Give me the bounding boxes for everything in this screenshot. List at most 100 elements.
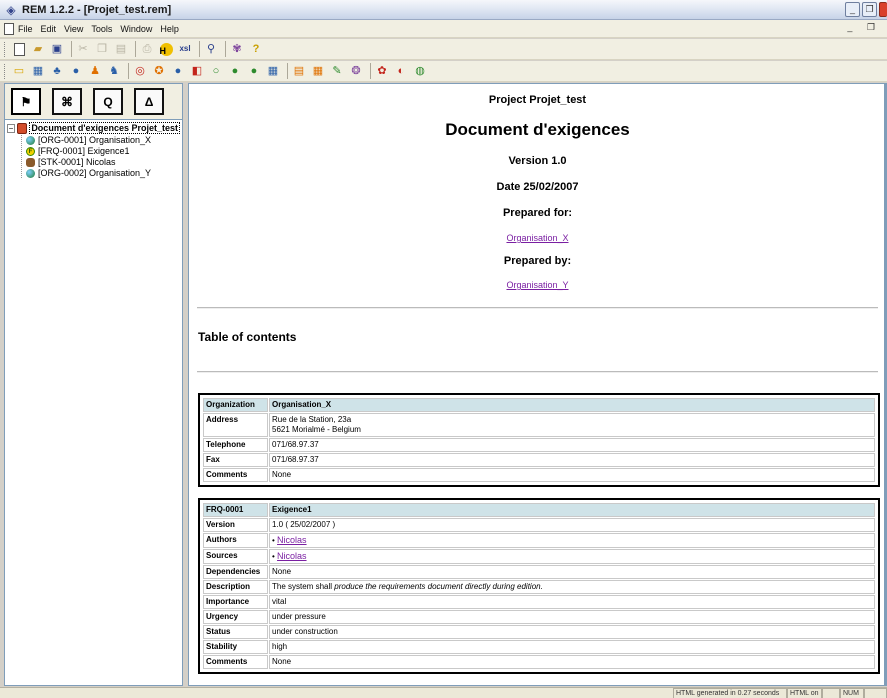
- project-line: Project Projet_test: [488, 94, 587, 106]
- table-row: Description The system shall produce the…: [203, 580, 875, 594]
- table-cell: Nicolas: [269, 533, 875, 548]
- menu-help[interactable]: Help: [156, 24, 183, 34]
- author-link[interactable]: Nicolas: [277, 535, 307, 545]
- stakeholder-icon[interactable]: ♟: [87, 63, 103, 79]
- functional-requirement-icon[interactable]: ●: [227, 63, 243, 79]
- help-icon[interactable]: ?: [248, 41, 264, 57]
- table-row: Stability high: [203, 640, 875, 654]
- edit-icon[interactable]: ✎: [329, 63, 345, 79]
- print-icon[interactable]: ⎙: [139, 41, 155, 57]
- matrix-icon[interactable]: ▦: [265, 63, 281, 79]
- collapse-expander-icon[interactable]: −: [7, 123, 15, 133]
- menu-bar: File Edit View Tools Window Help _ ❐: [0, 20, 887, 38]
- actor-icon[interactable]: ✪: [151, 63, 167, 79]
- toolbar-grip[interactable]: [4, 63, 7, 79]
- table-row: Importance vital: [203, 595, 875, 609]
- find-icon[interactable]: ✾: [229, 41, 245, 57]
- project-view-icon: ⚑: [20, 94, 32, 109]
- prepared-for-link[interactable]: Organisation_X: [189, 233, 886, 243]
- save-icon[interactable]: ▣: [49, 41, 65, 57]
- group-icon[interactable]: ♞: [106, 63, 122, 79]
- copy-icon[interactable]: ❐: [94, 41, 110, 57]
- menu-view[interactable]: View: [60, 24, 87, 34]
- open-folder-icon[interactable]: ▰: [30, 41, 46, 57]
- prepared-by-label: Prepared by:: [503, 255, 572, 267]
- tree-root-node[interactable]: − Document d'exigences Projet_test: [7, 122, 180, 134]
- table-cell: FRQ-0001: [203, 503, 268, 517]
- toolbar-separator: [199, 41, 200, 57]
- toolbar-separator: [128, 63, 129, 79]
- menu-edit[interactable]: Edit: [37, 24, 61, 34]
- traceability-icon[interactable]: ▤: [291, 63, 307, 79]
- task-icon[interactable]: ◍: [412, 63, 428, 79]
- table-row: Version 1.0 ( 25/02/2007 ): [203, 518, 875, 532]
- close-button[interactable]: [879, 2, 887, 17]
- nonfunctional-requirement-icon[interactable]: ●: [246, 63, 262, 79]
- table-cell: None: [269, 655, 875, 669]
- properties-icon[interactable]: ▦: [30, 63, 46, 79]
- table-cell: None: [269, 468, 875, 482]
- minimize-button[interactable]: _: [845, 2, 860, 17]
- delta-view-tab[interactable]: Δ: [134, 88, 164, 115]
- tree-item-nicolas[interactable]: [STK-0001] Nicolas: [26, 157, 180, 167]
- description-prefix: The system shall: [272, 582, 335, 591]
- menu-file[interactable]: File: [14, 24, 37, 34]
- organization-icon[interactable]: ♣: [49, 63, 65, 79]
- cycle-icon[interactable]: ○: [208, 63, 224, 79]
- test-icon[interactable]: ❂: [348, 63, 364, 79]
- toolbar-grip[interactable]: [4, 41, 7, 57]
- constraint-icon[interactable]: ◧: [189, 63, 205, 79]
- menu-tools[interactable]: Tools: [87, 24, 116, 34]
- html-icon[interactable]: H: [158, 41, 174, 57]
- delta-view-icon: Δ: [144, 94, 154, 109]
- document-system-icon[interactable]: [4, 22, 14, 35]
- quality-view-tab[interactable]: Q: [93, 88, 123, 115]
- status-resize-grip[interactable]: [864, 688, 887, 698]
- table-cell: Address: [203, 413, 268, 437]
- organization-globe-icon: [26, 135, 35, 145]
- info-requirement-icon[interactable]: ●: [170, 63, 186, 79]
- title-bar[interactable]: ◈ REM 1.2.2 - [Projet_test.rem] _ ❐: [0, 0, 887, 20]
- organization-globe-icon: [26, 168, 35, 178]
- app-icon[interactable]: ◈: [4, 3, 18, 17]
- table-cell: Exigence1: [269, 503, 875, 517]
- table-row: Fax 071/68.97.37: [203, 453, 875, 467]
- new-document-icon[interactable]: [11, 41, 27, 57]
- toolbar-separator: [225, 41, 226, 57]
- table-cell: under construction: [269, 625, 875, 639]
- tree-item-exigence1[interactable]: F [FRQ-0001] Exigence1: [26, 146, 180, 156]
- new-project-icon[interactable]: ▭: [11, 63, 27, 79]
- window-title: REM 1.2.2 - [Projet_test.rem]: [22, 3, 172, 16]
- model-view-tab[interactable]: ⌘: [52, 88, 82, 115]
- table-cell: high: [269, 640, 875, 654]
- tree-item-label: [ORG-0001] Organisation_X: [38, 135, 152, 145]
- mdi-window-controls[interactable]: _ ❐: [847, 22, 881, 33]
- table-cell: None: [269, 565, 875, 579]
- objective-icon[interactable]: ◎: [132, 63, 148, 79]
- date-line: Date 25/02/2007: [496, 181, 579, 193]
- table-cell: Stability: [203, 640, 268, 654]
- project-view-tab[interactable]: ⚑: [11, 88, 41, 115]
- tree-item-organisation-y[interactable]: [ORG-0002] Organisation_Y: [26, 168, 180, 178]
- document-preview-pane[interactable]: Project Projet_test Document d'exigences…: [188, 83, 887, 686]
- paste-icon[interactable]: ▤: [113, 41, 129, 57]
- change-request-icon[interactable]: ✿: [374, 63, 390, 79]
- table-row: Comments None: [203, 468, 875, 482]
- globe-icon[interactable]: ●: [68, 63, 84, 79]
- zoom-icon[interactable]: ⚲: [203, 41, 219, 57]
- xsl-icon[interactable]: xsl: [177, 41, 193, 57]
- table-row: Telephone 071/68.97.37: [203, 438, 875, 452]
- issue-icon[interactable]: ◐: [393, 63, 409, 79]
- tree-root-label[interactable]: Document d'exigences Projet_test: [29, 122, 180, 134]
- menu-window[interactable]: Window: [116, 24, 156, 34]
- grid-icon[interactable]: ▦: [310, 63, 326, 79]
- prepared-by-link[interactable]: Organisation_Y: [189, 280, 886, 290]
- source-link[interactable]: Nicolas: [277, 551, 307, 561]
- tree-item-label: [ORG-0002] Organisation_Y: [38, 168, 152, 178]
- status-empty-panel: [822, 688, 840, 698]
- tree-item-organisation-x[interactable]: [ORG-0001] Organisation_X: [26, 135, 180, 145]
- restore-button[interactable]: ❐: [862, 2, 877, 17]
- tree-children: [ORG-0001] Organisation_X F [FRQ-0001] E…: [21, 135, 180, 178]
- cut-icon[interactable]: ✂: [75, 41, 91, 57]
- tree-item-label: [FRQ-0001] Exigence1: [38, 146, 130, 156]
